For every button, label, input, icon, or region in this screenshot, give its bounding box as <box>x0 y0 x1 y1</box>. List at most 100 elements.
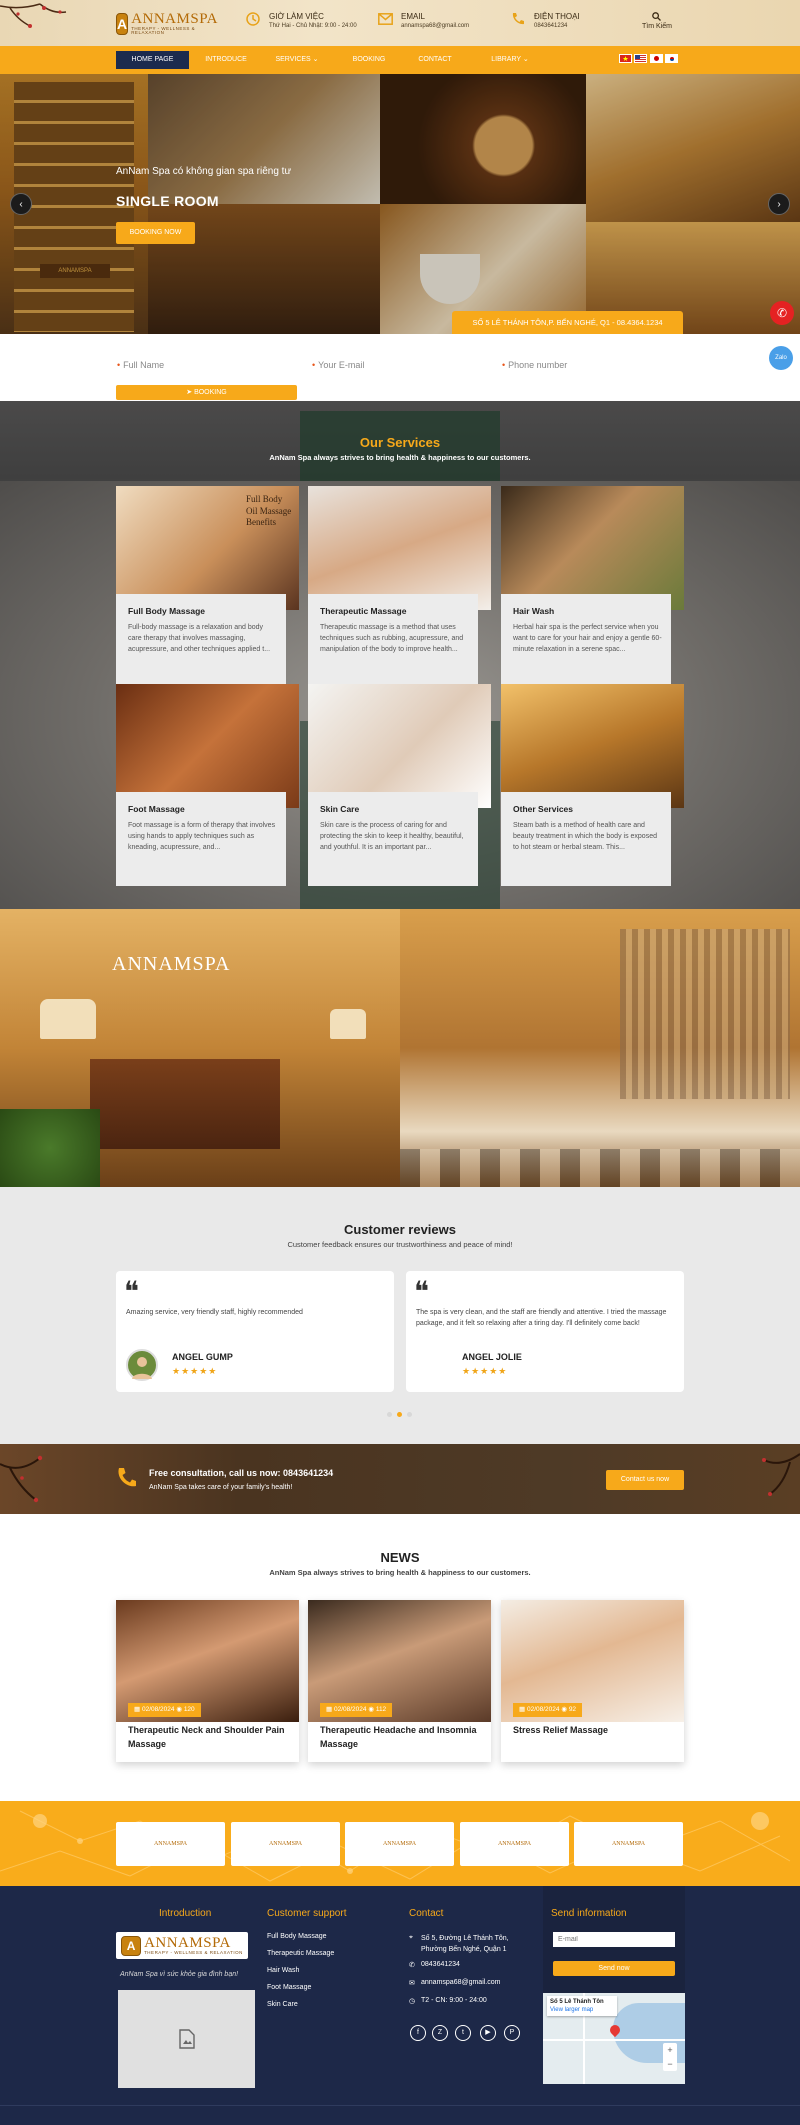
partner-logo[interactable]: ANNAMSPA <box>345 1822 454 1866</box>
twitter-icon[interactable]: t <box>455 2025 471 2041</box>
call-phone-icon[interactable]: ✆ <box>770 301 794 325</box>
hero-subtitle: AnNam Spa có không gian spa riêng tư <box>116 166 292 177</box>
main-nav: HOME PAGE INTRODUCE SERVICES ⌄ BOOKING C… <box>0 46 800 74</box>
service-card[interactable]: Therapeutic Massage Therapeutic massage … <box>308 486 491 688</box>
full-name-field[interactable]: • Full Name <box>117 358 164 372</box>
nav-item-services[interactable]: SERVICES ⌄ <box>272 51 322 69</box>
phone-value[interactable]: 0843641234 <box>534 23 580 29</box>
booking-submit-button[interactable]: ➤ BOOKING <box>116 385 297 400</box>
chevron-down-icon: ⌄ <box>312 56 319 63</box>
footer-link[interactable]: Full Body Massage <box>267 1933 327 1940</box>
nav-item-library[interactable]: LIBRARY ⌄ <box>482 51 538 69</box>
footer-intro-text: AnNam Spa vì sức khỏe gia đình bạn! <box>120 1971 239 1978</box>
partner-logo-text: ANNAMSPA <box>268 1841 303 1847</box>
carousel-dot[interactable] <box>387 1412 392 1417</box>
nav-item-booking[interactable]: BOOKING <box>344 51 394 69</box>
reviewer-name: ANGEL GUMP <box>172 1352 233 1362</box>
map-place-name: Số 5 Lê Thánh Tôn <box>550 1999 604 2005</box>
japan-flag-icon[interactable] <box>650 54 663 63</box>
partner-logo[interactable]: ANNAMSPA <box>460 1822 569 1866</box>
service-card[interactable]: Skin Care Skin care is the process of ca… <box>308 684 491 886</box>
email-value[interactable]: annamspa68@gmail.com <box>401 23 469 29</box>
slider-prev-arrow-icon[interactable]: ‹ <box>10 193 32 215</box>
service-description: Foot massage is a form of therapy that i… <box>128 822 276 851</box>
phone-info: ĐIỆN THOẠI 0843641234 <box>511 12 580 29</box>
partner-logo[interactable]: ANNAMSPA <box>231 1822 340 1866</box>
lobby-logo-sign: ANNAMSPA <box>112 953 231 975</box>
footer-link[interactable]: Therapeutic Massage <box>267 1950 334 1957</box>
skin-care-photo <box>308 684 491 808</box>
partner-logo[interactable]: ANNAMSPA <box>116 1822 225 1866</box>
phone-field[interactable]: • Phone number <box>502 358 567 372</box>
contact-us-button[interactable]: Contact us now <box>606 1470 684 1490</box>
map-view-larger-link[interactable]: View larger map <box>550 2006 614 2014</box>
nav-item-introduce[interactable]: INTRODUCE <box>198 51 254 69</box>
logo-mark-icon: A <box>121 1935 142 1956</box>
partner-logo[interactable]: ANNAMSPA <box>574 1822 683 1866</box>
service-title[interactable]: Hair Wash <box>513 606 554 616</box>
hours-value: Thứ Hai - Chủ Nhật: 9:00 - 24:00 <box>269 23 357 29</box>
send-now-button[interactable]: Send now <box>553 1961 675 1976</box>
news-card[interactable]: ▦ 02/08/2024 ◉ 120 Therapeutic Neck and … <box>116 1600 299 1762</box>
zalo-chat-icon[interactable]: Zalo <box>769 346 793 370</box>
footer-logo[interactable]: A ANNAMSPA THERAPY - WELLNESS & RELAXATIO… <box>116 1932 248 1959</box>
reviews-subheading: Customer feedback ensures our trustworth… <box>287 1240 513 1249</box>
footer-phone[interactable]: 0843641234 <box>421 1961 460 1968</box>
eye-icon: ◉ <box>176 1706 182 1713</box>
service-title[interactable]: Foot Massage <box>128 804 185 814</box>
news-title[interactable]: Therapeutic Neck and Shoulder Pain Massa… <box>128 1724 288 1752</box>
service-card[interactable]: Hair Wash Herbal hair spa is the perfect… <box>501 486 684 688</box>
footer-divider <box>0 2105 800 2106</box>
service-title[interactable]: Skin Care <box>320 804 359 814</box>
map-info-box: Số 5 Lê Thánh Tôn View larger map <box>547 1996 617 2016</box>
service-card[interactable]: Other Services Steam bath is a method of… <box>501 684 684 886</box>
google-map[interactable]: Số 5 Lê Thánh Tôn View larger map + − <box>543 1993 685 2084</box>
carousel-dot-active[interactable] <box>397 1412 402 1417</box>
service-title[interactable]: Therapeutic Massage <box>320 606 406 616</box>
site-logo[interactable]: A ANNAMSPA THERAPY - WELLNESS & RELAXATI… <box>116 10 218 37</box>
pinterest-icon[interactable]: P <box>504 2025 520 2041</box>
slider-next-arrow-icon[interactable]: › <box>768 193 790 215</box>
blossom-branch-decoration <box>762 1453 800 1496</box>
service-title[interactable]: Other Services <box>513 804 573 814</box>
carousel-dot[interactable] <box>407 1412 412 1417</box>
address-banner: SỐ 5 LÊ THÁNH TÔN,P. BẾN NGHÉ, Q1 - 08.4… <box>452 311 683 334</box>
email-field[interactable]: • Your E-mail <box>312 358 364 372</box>
news-title[interactable]: Therapeutic Headache and Insomnia Massag… <box>320 1724 480 1752</box>
service-card[interactable]: Full Body Oil Massage Benefits Full Body… <box>116 486 299 688</box>
vietnam-flag-icon[interactable] <box>619 54 632 63</box>
envelope-icon <box>378 12 394 28</box>
nav-item-home[interactable]: HOME PAGE <box>116 51 189 69</box>
service-title[interactable]: Full Body Massage <box>128 606 205 616</box>
youtube-icon[interactable]: ▶ <box>480 2025 496 2041</box>
hero-booking-button[interactable]: BOOKING NOW <box>116 222 195 244</box>
news-meta: ▦ 02/08/2024 ◉ 120 <box>128 1703 201 1717</box>
map-zoom-controls[interactable]: + − <box>663 2043 677 2071</box>
newsletter-email-input[interactable] <box>553 1932 675 1947</box>
nav-item-contact[interactable]: CONTACT <box>410 51 460 69</box>
news-card[interactable]: ▦ 02/08/2024 ◉ 92 Stress Relief Massage <box>501 1600 684 1762</box>
search-label: Tìm Kiếm <box>642 23 672 30</box>
review-card: ❝ The spa is very clean, and the staff a… <box>406 1271 684 1392</box>
footer-intro-heading: Introduction <box>159 1908 212 1919</box>
news-card[interactable]: ▦ 02/08/2024 ◉ 112 Therapeutic Headache … <box>308 1600 491 1762</box>
email-info: EMAIL annamspa68@gmail.com <box>378 12 469 29</box>
footer-link[interactable]: Skin Care <box>267 2001 298 2008</box>
usa-flag-icon[interactable] <box>634 54 647 63</box>
news-title[interactable]: Stress Relief Massage <box>513 1724 673 1738</box>
facebook-icon[interactable]: f <box>410 2025 426 2041</box>
partner-logo-text: ANNAMSPA <box>153 1841 188 1847</box>
search-button[interactable]: Tìm Kiếm <box>642 12 672 30</box>
therapeutic-massage-photo <box>308 486 491 610</box>
footer-link[interactable]: Foot Massage <box>267 1984 311 1991</box>
footer-email[interactable]: annamspa68@gmail.com <box>421 1979 500 1986</box>
broken-image-icon <box>178 2029 195 2049</box>
consult-phone[interactable]: 0843641234 <box>283 1468 333 1478</box>
services-heading: Our Services <box>359 435 441 450</box>
service-card[interactable]: Foot Massage Foot massage is a form of t… <box>116 684 299 886</box>
lobby-photo: ANNAMSPA <box>0 909 800 1187</box>
zalo-icon[interactable]: Z <box>432 2025 448 2041</box>
nav-services-label: SERVICES <box>275 56 311 63</box>
korea-flag-icon[interactable] <box>665 54 678 63</box>
footer-link[interactable]: Hair Wash <box>267 1967 299 1974</box>
